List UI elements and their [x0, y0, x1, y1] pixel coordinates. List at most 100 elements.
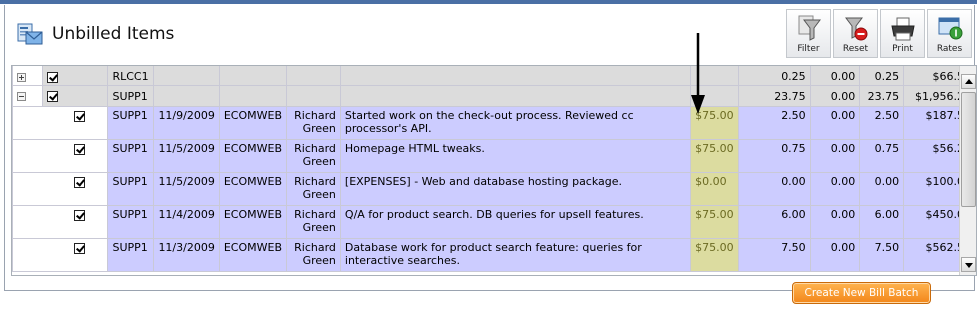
group-checkbox[interactable]: [46, 71, 58, 83]
item-staff: Richard Green: [286, 205, 341, 239]
filter-button-label: Filter: [797, 44, 820, 54]
item-code: SUPP1: [107, 238, 155, 272]
item-checkbox[interactable]: [74, 143, 86, 155]
item-description: Database work for product search feature…: [339, 238, 692, 272]
item-staff: Richard Green: [286, 139, 341, 173]
item-description: Started work on the check-out process. R…: [339, 106, 692, 140]
filter-button[interactable]: Filter: [786, 9, 831, 58]
printer-icon: [890, 17, 915, 41]
item-rate: $75.00: [690, 205, 739, 239]
group-row[interactable]: RLCC1 0.25 0.00 0.25 $66.50: [12, 66, 976, 86]
item-code: SUPP1: [107, 172, 155, 206]
items-table: RLCC1 0.25 0.00 0.25 $66.50 SUPP1 23.75 …: [12, 66, 976, 272]
group-code: SUPP1: [107, 85, 155, 107]
item-date: 11/9/2009: [153, 106, 220, 140]
rates-button[interactable]: Rates: [927, 9, 972, 58]
filter-icon: [798, 15, 821, 41]
item-row[interactable]: SUPP1 11/4/2009 ECOMWEB Richard Green Q/A…: [12, 205, 976, 239]
item-hours: 2.50: [737, 106, 811, 140]
item-staff: Richard Green: [286, 172, 341, 206]
item-select-cell[interactable]: [12, 205, 109, 239]
create-new-bill-batch-button[interactable]: Create New Bill Batch: [792, 282, 931, 304]
item-staff: Richard Green: [286, 238, 341, 272]
group-code: RLCC1: [107, 66, 155, 86]
item-row[interactable]: SUPP1 11/5/2009 ECOMWEB Richard Green [EX…: [12, 172, 976, 206]
group-billable-hours: 23.75: [859, 85, 905, 107]
group-expander-cell[interactable]: [12, 85, 43, 107]
group-row[interactable]: SUPP1 23.75 0.00 23.75 $1,956.25: [12, 85, 976, 107]
item-nc-hours: 0.00: [809, 172, 861, 206]
staff-first-name: Richard: [294, 142, 336, 155]
item-client: ECOMWEB: [218, 106, 288, 140]
item-date: 11/4/2009: [153, 205, 220, 239]
toolbar: Filter Reset Print Rates: [784, 9, 972, 58]
item-code: SUPP1: [107, 205, 155, 239]
group-nc-hours: 0.00: [809, 85, 861, 107]
staff-last-name: Green: [302, 221, 336, 234]
item-rate: $75.00: [690, 238, 739, 272]
item-select-cell[interactable]: [12, 238, 109, 272]
group-billable-hours: 0.25: [859, 66, 905, 86]
unbilled-items-grid: RLCC1 0.25 0.00 0.25 $66.50 SUPP1 23.75 …: [11, 65, 977, 276]
item-nc-hours: 0.00: [809, 205, 861, 239]
item-client: ECOMWEB: [218, 205, 288, 239]
item-client: ECOMWEB: [218, 139, 288, 173]
rates-button-label: Rates: [936, 44, 963, 54]
group-select-cell[interactable]: [41, 66, 109, 86]
item-nc-hours: 0.00: [809, 106, 861, 140]
item-description: [EXPENSES] - Web and database hosting pa…: [339, 172, 692, 206]
item-billable-hours: 0.00: [859, 172, 905, 206]
print-button-label: Print: [892, 44, 913, 54]
item-billable-hours: 2.50: [859, 106, 905, 140]
item-date: 11/5/2009: [153, 172, 220, 206]
group-hours: 0.25: [737, 66, 811, 86]
staff-last-name: Green: [302, 254, 336, 267]
item-select-cell[interactable]: [12, 106, 109, 140]
item-billable-hours: 7.50: [859, 238, 905, 272]
group-nc-hours: 0.00: [809, 66, 861, 86]
group-expander-cell[interactable]: [12, 66, 43, 86]
rates-icon: [938, 17, 962, 40]
item-checkbox[interactable]: [74, 242, 86, 254]
item-billable-hours: 6.00: [859, 205, 905, 239]
print-button[interactable]: Print: [880, 9, 925, 58]
item-hours: 0.75: [737, 139, 811, 173]
item-select-cell[interactable]: [12, 172, 109, 206]
reset-icon: [844, 17, 867, 41]
item-checkbox[interactable]: [74, 176, 86, 188]
item-date: 11/3/2009: [153, 238, 220, 272]
item-nc-hours: 0.00: [809, 238, 861, 272]
item-hours: 7.50: [737, 238, 811, 272]
group-hours: 23.75: [737, 85, 811, 107]
item-date: 11/5/2009: [153, 139, 220, 173]
item-description: Homepage HTML tweaks.: [339, 139, 692, 173]
item-client: ECOMWEB: [218, 238, 288, 272]
group-select-cell[interactable]: [41, 85, 109, 107]
staff-first-name: Richard: [294, 241, 336, 254]
item-row[interactable]: SUPP1 11/3/2009 ECOMWEB Richard Green Dat…: [12, 238, 976, 272]
window-top-border: [0, 0, 977, 4]
expand-icon[interactable]: [17, 72, 26, 82]
item-row[interactable]: SUPP1 11/5/2009 ECOMWEB Richard Green Hom…: [12, 139, 976, 173]
item-checkbox[interactable]: [74, 209, 86, 221]
unbilled-items-panel: Unbilled Items Filter Reset Print Rates …: [4, 5, 977, 291]
item-description: Q/A for product search. DB queries for u…: [339, 205, 692, 239]
invoice-envelope-icon: [17, 23, 43, 45]
annotation-arrow-icon: [691, 33, 705, 114]
collapse-icon[interactable]: [17, 92, 26, 101]
vertical-scrollbar[interactable]: [959, 66, 976, 275]
item-billable-hours: 0.75: [859, 139, 905, 173]
staff-first-name: Richard: [294, 175, 336, 188]
item-checkbox[interactable]: [74, 110, 86, 122]
item-select-cell[interactable]: [12, 139, 109, 173]
item-hours: 0.00: [737, 172, 811, 206]
staff-last-name: Green: [302, 155, 336, 168]
scrollbar-thumb[interactable]: [961, 92, 976, 207]
item-row[interactable]: SUPP1 11/9/2009 ECOMWEB Richard Green Sta…: [12, 106, 976, 140]
page-title: Unbilled Items: [52, 24, 175, 44]
scroll-down-arrow-icon[interactable]: [961, 257, 976, 272]
scroll-up-arrow-icon[interactable]: [961, 74, 976, 89]
group-checkbox[interactable]: [46, 91, 58, 102]
item-code: SUPP1: [107, 106, 155, 140]
reset-button[interactable]: Reset: [833, 9, 878, 58]
